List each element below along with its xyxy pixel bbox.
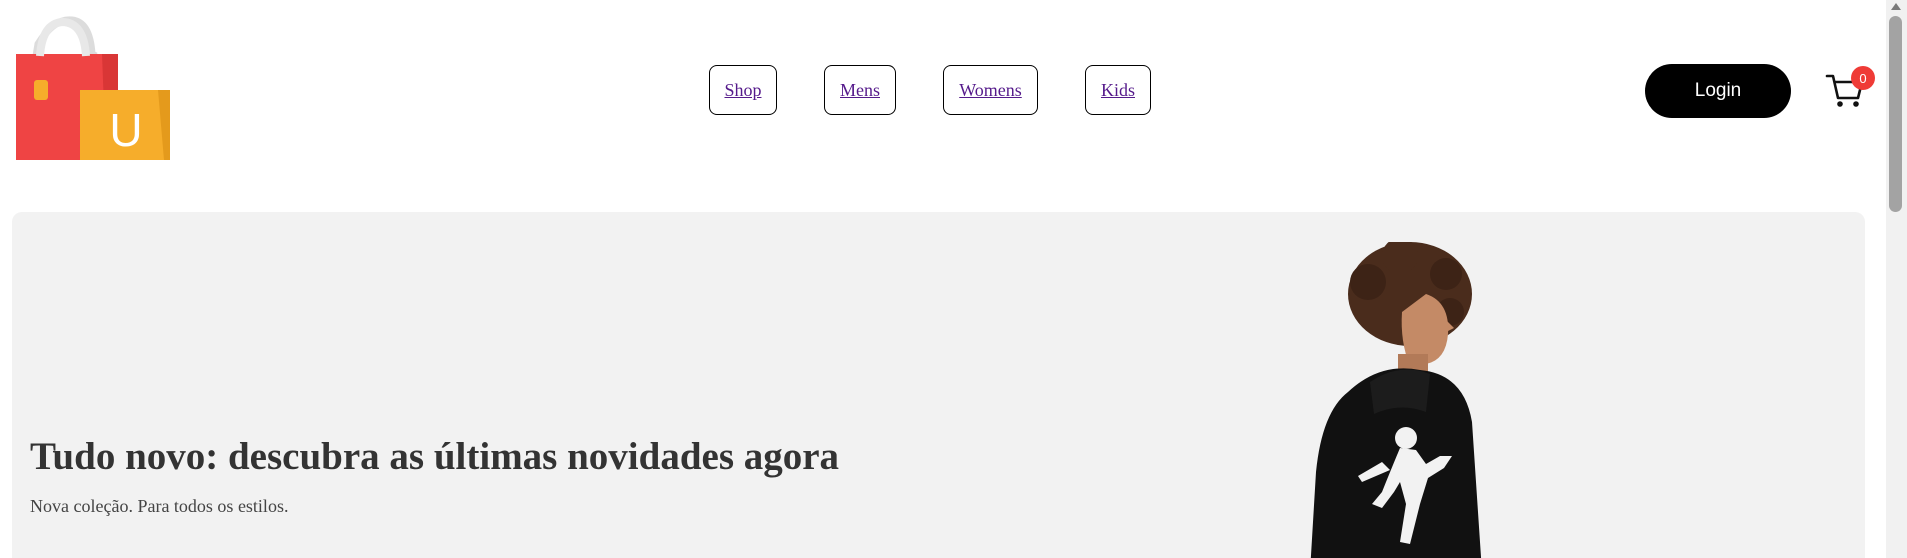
- scrollbar-thumb[interactable]: [1889, 16, 1902, 212]
- nav-item-womens[interactable]: Womens: [943, 65, 1038, 115]
- scroll-up-icon[interactable]: [1891, 3, 1901, 10]
- nav-link-womens[interactable]: Womens: [959, 80, 1022, 101]
- hero-model-image: [1310, 242, 1482, 558]
- login-button[interactable]: Login: [1645, 64, 1791, 118]
- hero-title: Tudo novo: descubra as últimas novidades…: [30, 435, 840, 478]
- nav-item-shop[interactable]: Shop: [709, 65, 777, 115]
- hero-banner: Tudo novo: descubra as últimas novidades…: [12, 212, 1865, 558]
- nav-link-shop[interactable]: Shop: [724, 80, 761, 101]
- nav-link-kids[interactable]: Kids: [1101, 80, 1135, 101]
- cart-count-badge: 0: [1851, 66, 1875, 90]
- nav-item-mens[interactable]: Mens: [824, 65, 896, 115]
- nav-link-mens[interactable]: Mens: [840, 80, 880, 101]
- nav-item-kids[interactable]: Kids: [1085, 65, 1151, 115]
- main-nav: Shop Mens Womens Kids: [0, 65, 1907, 117]
- page: U Shop Mens Womens Kids Login 0 Tudo nov…: [0, 0, 1907, 558]
- hero-subtitle: Nova coleção. Para todos os estilos.: [30, 496, 289, 516]
